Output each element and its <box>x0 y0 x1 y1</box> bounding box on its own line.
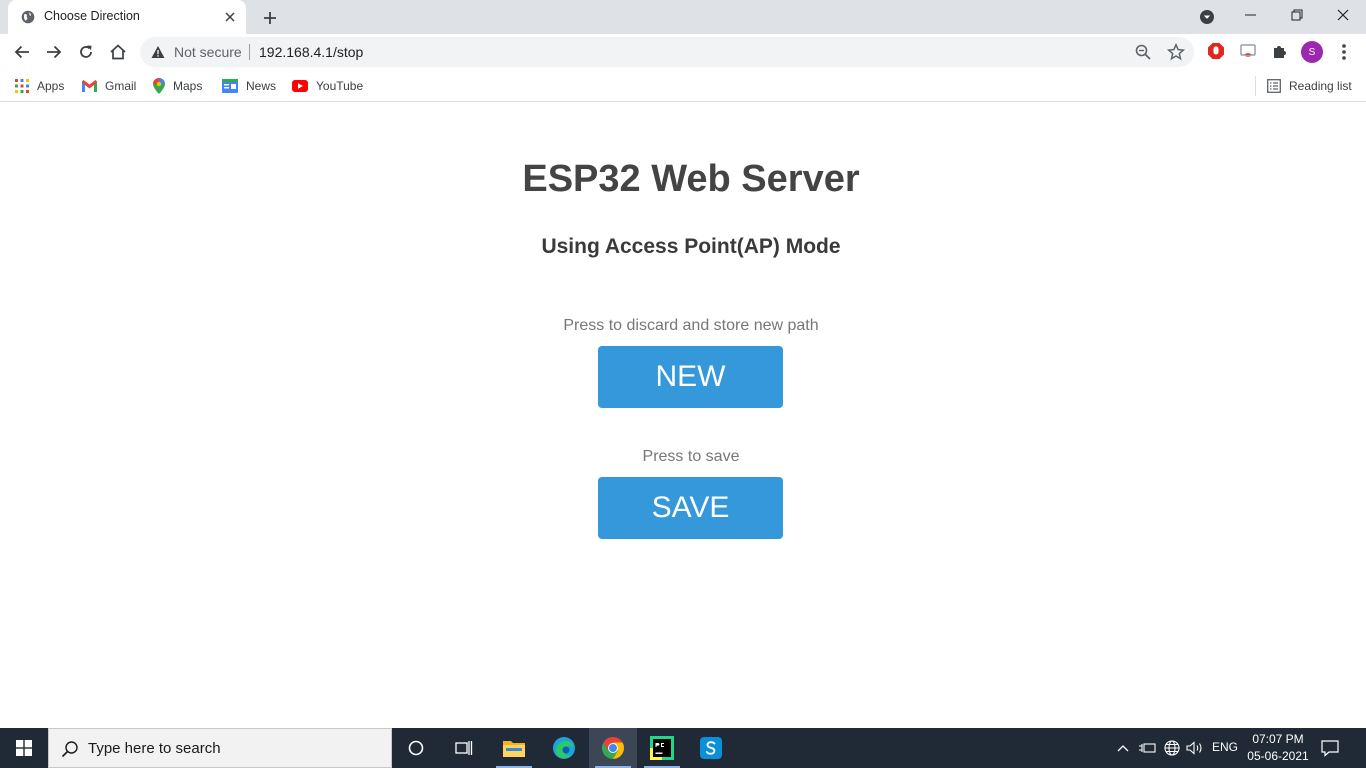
bookmark-label: Gmail <box>105 79 137 93</box>
bookmarks-bar: Apps Gmail Maps News YouTube Reading lis… <box>0 70 1366 102</box>
chrome-icon <box>602 737 624 759</box>
chevron-up-icon <box>1117 745 1129 752</box>
bookmark-label: YouTube <box>316 79 364 93</box>
close-tab-icon[interactable] <box>222 9 238 25</box>
gmail-icon <box>82 80 97 92</box>
address-bar[interactable]: Not secure 192.168.4.1/stop <box>140 37 1194 67</box>
volume-tray-button[interactable] <box>1184 728 1206 768</box>
bookmarks-separator <box>1255 76 1256 96</box>
notifications-icon[interactable] <box>1320 738 1340 758</box>
close-window-button[interactable] <box>1328 4 1358 26</box>
save-hint-text: Press to save <box>642 448 740 465</box>
browser-toolbar: Not secure 192.168.4.1/stop <box>0 34 1366 70</box>
bookmark-news[interactable]: News <box>222 77 276 95</box>
task-view-icon <box>455 741 473 755</box>
search-icon <box>61 741 78 758</box>
taskbar-pycharm[interactable] <box>638 728 686 768</box>
new-hint-text: Press to discard and store new path <box>563 317 819 334</box>
bookmark-star-icon[interactable] <box>1167 43 1185 61</box>
windows-logo-icon <box>16 740 32 756</box>
back-button[interactable] <box>11 41 33 63</box>
youtube-icon <box>292 80 308 92</box>
task-view-button[interactable] <box>440 728 488 768</box>
minimize-button[interactable] <box>1236 4 1266 26</box>
page-subtitle: Using Access Point(AP) Mode <box>541 235 841 258</box>
taskbar-search-box[interactable]: Type here to search <box>48 728 392 768</box>
pycharm-icon <box>650 736 674 760</box>
home-button[interactable] <box>107 41 129 63</box>
warning-icon[interactable] <box>151 45 165 59</box>
bookmark-label: Maps <box>173 79 203 93</box>
news-icon <box>222 79 238 93</box>
speaker-icon <box>1186 741 1202 755</box>
zoom-out-icon[interactable] <box>1135 44 1151 60</box>
language-indicator[interactable]: ENG <box>1212 740 1238 754</box>
clock-time: 07:07 PM <box>1252 732 1304 746</box>
folder-icon <box>503 741 525 757</box>
bookmark-apps[interactable]: Apps <box>15 77 64 95</box>
clock[interactable]: 07:07 PM 05-06-2021 <box>1246 731 1310 765</box>
page-title: ESP32 Web Server <box>522 158 860 200</box>
globe-network-icon <box>1164 740 1180 756</box>
bookmark-label: News <box>246 79 277 93</box>
taskbar-file-explorer[interactable] <box>490 728 538 768</box>
skype-icon <box>700 737 722 759</box>
search-placeholder: Type here to search <box>88 740 221 757</box>
restore-button[interactable] <box>1282 4 1312 26</box>
profile-avatar[interactable]: S <box>1301 41 1323 63</box>
new-tab-button[interactable] <box>260 8 280 28</box>
network-tray-button[interactable] <box>1161 728 1183 768</box>
save-button[interactable]: SAVE <box>598 477 783 539</box>
battery-tray-button[interactable] <box>1136 728 1158 768</box>
power-plug-icon <box>1139 743 1156 753</box>
reload-button[interactable] <box>75 41 97 63</box>
taskbar-edge[interactable] <box>540 728 588 768</box>
forward-button[interactable] <box>43 41 65 63</box>
windows-taskbar: Type here to search ENG 07:07 PM 05-06-2… <box>0 728 1366 768</box>
edge-icon <box>553 737 575 759</box>
reading-list-button[interactable]: Reading list <box>1267 77 1352 95</box>
cortana-icon <box>408 740 424 756</box>
bookmark-maps[interactable]: Maps <box>153 77 202 95</box>
bookmark-youtube[interactable]: YouTube <box>292 77 363 95</box>
web-page: ESP32 Web Server Using Access Point(AP) … <box>0 103 1366 728</box>
puzzle-extensions-icon[interactable] <box>1271 42 1289 60</box>
tab-strip: Choose Direction <box>0 0 1366 34</box>
omnibox-separator <box>249 44 250 60</box>
taskbar-chrome[interactable] <box>589 728 637 768</box>
apps-grid-icon <box>15 79 29 93</box>
globe-icon <box>21 10 35 24</box>
more-options-icon[interactable] <box>1335 42 1353 62</box>
reading-list-label: Reading list <box>1289 79 1352 93</box>
show-hidden-icons-button[interactable] <box>1113 728 1133 768</box>
start-button[interactable] <box>0 728 48 768</box>
cortana-button[interactable] <box>392 728 440 768</box>
browser-tab[interactable]: Choose Direction <box>8 0 246 34</box>
bookmark-gmail[interactable]: Gmail <box>82 77 136 95</box>
cast-extension-icon[interactable] <box>1239 42 1257 60</box>
clock-date: 05-06-2021 <box>1247 749 1309 763</box>
taskbar-skype[interactable] <box>687 728 735 768</box>
new-button[interactable]: NEW <box>598 346 783 408</box>
tab-search-icon[interactable] <box>1199 9 1215 25</box>
bookmark-label: Apps <box>37 79 65 93</box>
reading-list-icon <box>1267 79 1281 93</box>
security-label[interactable]: Not secure <box>174 44 242 60</box>
maps-icon <box>153 78 165 94</box>
tab-title: Choose Direction <box>44 9 140 23</box>
adblock-extension-icon[interactable] <box>1207 42 1225 60</box>
url-text[interactable]: 192.168.4.1/stop <box>259 44 363 60</box>
